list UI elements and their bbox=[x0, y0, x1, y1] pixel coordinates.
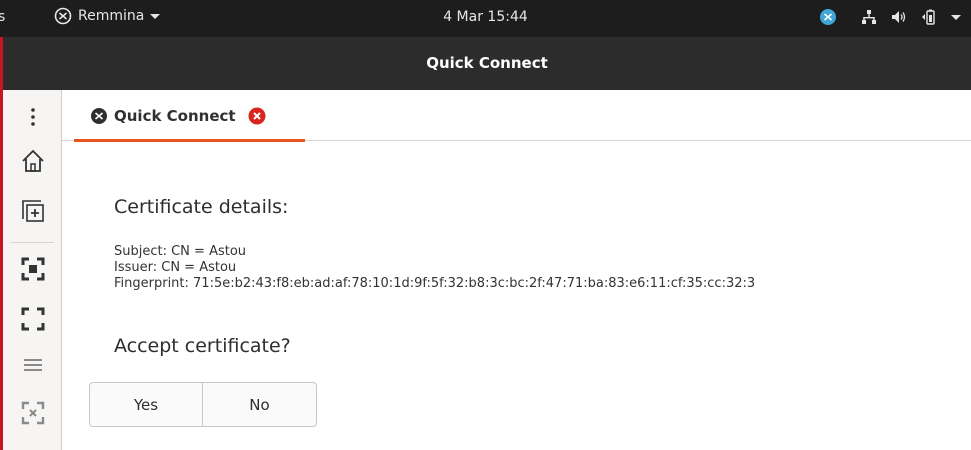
remmina-app-icon bbox=[54, 7, 72, 25]
screen: s Remmina 4 Mar 15:44 Quick Connect Quic… bbox=[0, 0, 971, 450]
menu-icon[interactable] bbox=[3, 104, 62, 130]
tab-quick-connect[interactable]: Quick Connect bbox=[74, 90, 305, 142]
caret-down-icon bbox=[150, 11, 161, 21]
fingerprint-line: Fingerprint: 71:5e:b2:43:f8:eb:ad:af:78:… bbox=[114, 276, 756, 291]
scale-icon[interactable] bbox=[3, 398, 62, 428]
clock[interactable]: 4 Mar 15:44 bbox=[443, 9, 528, 25]
yes-button[interactable]: Yes bbox=[89, 382, 203, 427]
battery-icon[interactable] bbox=[921, 8, 937, 26]
network-icon[interactable] bbox=[861, 9, 877, 25]
top-panel: s Remmina 4 Mar 15:44 bbox=[0, 0, 971, 37]
tab-bar: Quick Connect bbox=[62, 90, 971, 142]
issuer-line: Issuer: CN = Astou bbox=[114, 260, 237, 275]
window-title: Quick Connect bbox=[426, 54, 548, 72]
system-tray bbox=[819, 8, 961, 26]
home-icon[interactable] bbox=[3, 146, 62, 176]
no-button[interactable]: No bbox=[203, 382, 317, 427]
certificate-panel: Certificate details: Subject: CN = Astou… bbox=[62, 142, 971, 450]
subject-line: Subject: CN = Astou bbox=[114, 244, 247, 259]
fullscreen-icon[interactable] bbox=[3, 304, 62, 334]
remmina-connection-icon bbox=[90, 107, 108, 125]
accept-certificate-question: Accept certificate? bbox=[114, 335, 291, 357]
close-tab-icon[interactable] bbox=[248, 107, 266, 125]
connection-toolbar bbox=[0, 90, 62, 450]
certificate-details-heading: Certificate details: bbox=[114, 196, 289, 218]
volume-icon[interactable] bbox=[891, 9, 907, 25]
system-menu-icon[interactable] bbox=[951, 12, 961, 22]
app-menu[interactable]: Remmina bbox=[54, 7, 161, 25]
certificate-details: Subject: CN = Astou Issuer: CN = Astou F… bbox=[114, 244, 755, 292]
window-titlebar[interactable]: Quick Connect bbox=[0, 37, 971, 90]
screenshot-icon[interactable] bbox=[3, 254, 62, 284]
new-tab-icon[interactable] bbox=[3, 196, 62, 226]
remmina-tray-icon[interactable] bbox=[819, 8, 837, 26]
hamburger-icon[interactable] bbox=[3, 352, 62, 378]
tab-label: Quick Connect bbox=[114, 106, 236, 125]
toolbar-separator bbox=[11, 242, 54, 243]
app-menu-label: Remmina bbox=[78, 8, 145, 24]
accept-button-group: Yes No bbox=[89, 382, 317, 427]
activities-button[interactable]: s bbox=[0, 9, 5, 25]
